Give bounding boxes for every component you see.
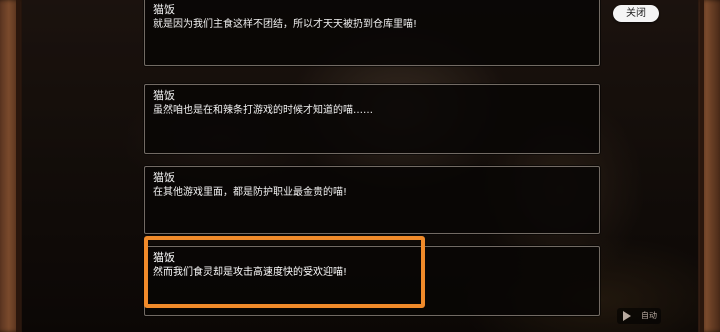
wood-frame-right	[698, 0, 720, 332]
dialogue-text: 就是因为我们主食这样不团结，所以才天天被扔到仓库里喵!	[153, 19, 418, 30]
dialogue-text: 在其他游戏里面，都是防护职业最金贵的喵!	[153, 187, 348, 198]
wood-frame-left	[0, 0, 22, 332]
highlight-box	[144, 236, 425, 308]
dialogue-entry[interactable]: 猫饭 就是因为我们主食这样不团结，所以才天天被扔到仓库里喵!	[144, 0, 600, 66]
dialogue-text: 虽然咱也是在和辣条打游戏的时候才知道的喵……	[153, 105, 373, 116]
auto-label: 自动	[641, 311, 657, 320]
auto-button[interactable]: 自动	[617, 308, 661, 324]
dialogue-entry[interactable]: 猫饭 虽然咱也是在和辣条打游戏的时候才知道的喵……	[144, 84, 600, 154]
play-icon	[623, 311, 631, 321]
close-button[interactable]: 关闭	[613, 5, 659, 22]
dialogue-entry[interactable]: 猫饭 在其他游戏里面，都是防护职业最金贵的喵!	[144, 166, 600, 234]
